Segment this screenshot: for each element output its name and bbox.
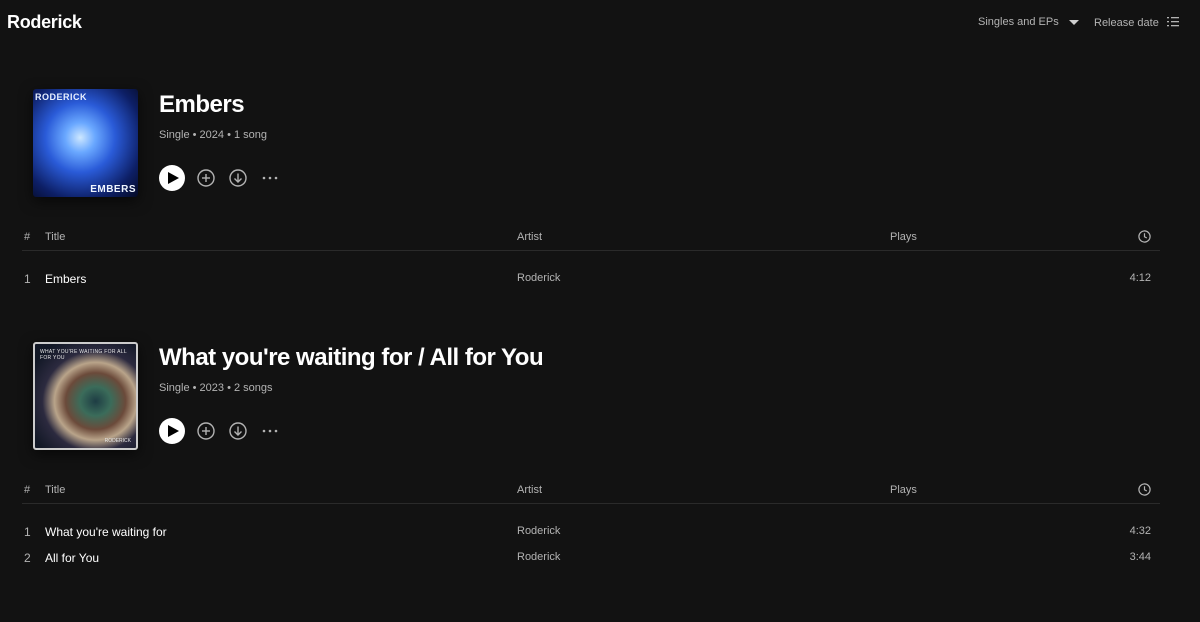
more-options-icon (262, 429, 278, 433)
list-view-icon (1166, 16, 1179, 30)
track-title[interactable]: Embers (45, 272, 86, 286)
add-to-library-button[interactable] (195, 167, 217, 189)
track-duration: 3:44 (1129, 551, 1151, 563)
track-number: 1 (24, 525, 31, 539)
download-circle-icon (229, 422, 247, 440)
track-number: 1 (24, 272, 31, 286)
release-title[interactable]: Embers (159, 91, 245, 119)
artist-name[interactable]: Roderick (7, 12, 82, 33)
header: Roderick Singles and EPs Release date (0, 0, 1200, 46)
album-cover[interactable]: RODERICK EMBERS (33, 89, 138, 197)
more-options-button[interactable] (259, 420, 281, 442)
add-to-library-button[interactable] (195, 420, 217, 442)
track-artist[interactable]: Roderick (517, 272, 560, 284)
track-duration: 4:32 (1129, 525, 1151, 537)
clock-icon (1138, 230, 1151, 246)
track-table-header: # Title Artist Plays (22, 230, 1160, 251)
cover-text-bottom: EMBERS (90, 184, 136, 195)
play-button[interactable] (159, 418, 185, 444)
cover-text-bottom: RODERICK (104, 438, 131, 444)
album-cover[interactable]: WHAT YOU'RE WAITING FOR ALL FOR YOU RODE… (33, 342, 138, 450)
track-row[interactable]: 1 What you're waiting for Roderick 4:32 (22, 525, 1160, 545)
track-title[interactable]: What you're waiting for (45, 525, 167, 539)
track-artist[interactable]: Roderick (517, 525, 560, 537)
release-actions (159, 165, 281, 191)
clock-icon (1138, 483, 1151, 499)
release-actions (159, 418, 281, 444)
column-artist: Artist (517, 231, 543, 243)
column-plays: Plays (890, 231, 917, 243)
column-title: Title (45, 484, 66, 496)
column-number: # (24, 484, 31, 496)
add-circle-icon (197, 422, 215, 440)
sort-label: Release date (1094, 17, 1159, 29)
release-meta: Single • 2023 • 2 songs (159, 382, 273, 394)
add-circle-icon (197, 169, 215, 187)
download-circle-icon (229, 169, 247, 187)
release-title[interactable]: What you're waiting for / All for You (159, 344, 544, 372)
track-title[interactable]: All for You (45, 551, 99, 565)
play-icon (167, 425, 179, 437)
track-number: 2 (24, 551, 31, 565)
play-icon (167, 172, 179, 184)
discography-page: Roderick Singles and EPs Release date RO (0, 0, 1200, 622)
cover-text-top: RODERICK (35, 92, 88, 102)
caret-down-icon (1068, 19, 1079, 25)
track-row[interactable]: 1 Embers Roderick 4:12 (22, 272, 1160, 292)
column-title: Title (45, 231, 66, 243)
download-button[interactable] (227, 420, 249, 442)
cover-text-top: WHAT YOU'RE WAITING FOR ALL FOR YOU (40, 349, 127, 361)
more-options-icon (262, 176, 278, 180)
release-meta: Single • 2024 • 1 song (159, 129, 268, 141)
play-button[interactable] (159, 165, 185, 191)
column-plays: Plays (890, 484, 917, 496)
sort-control[interactable]: Release date (1094, 16, 1179, 30)
more-options-button[interactable] (259, 167, 281, 189)
filter-label: Singles and EPs (978, 16, 1059, 28)
column-number: # (24, 231, 31, 243)
track-row[interactable]: 2 All for You Roderick 3:44 (22, 551, 1160, 571)
column-artist: Artist (517, 484, 543, 496)
filter-dropdown[interactable]: Singles and EPs (978, 16, 1079, 28)
track-artist[interactable]: Roderick (517, 551, 560, 563)
track-duration: 4:12 (1129, 272, 1151, 284)
download-button[interactable] (227, 167, 249, 189)
track-table-header: # Title Artist Plays (22, 483, 1160, 504)
